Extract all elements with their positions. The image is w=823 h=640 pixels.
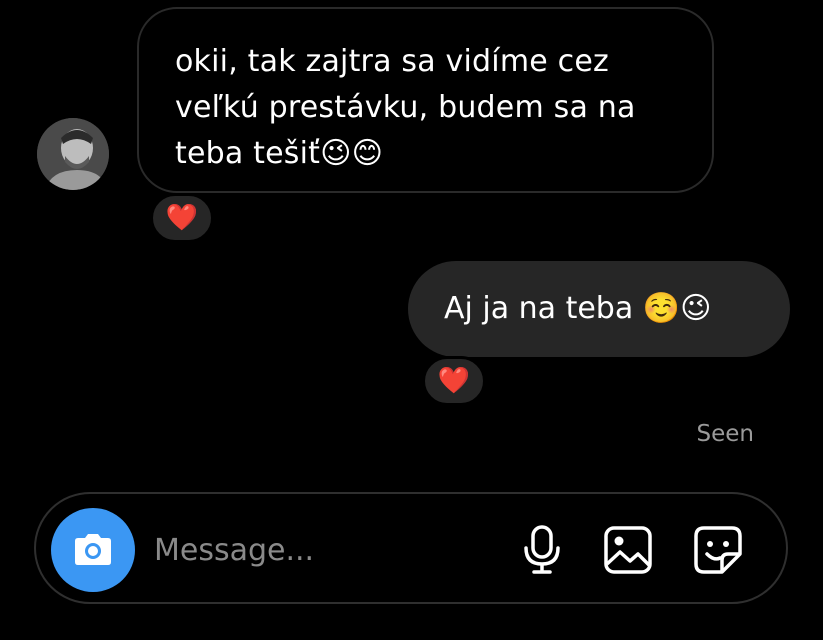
message-input[interactable] xyxy=(154,522,474,578)
heart-icon: ❤️ xyxy=(165,203,199,233)
incoming-message-line: teba tešiť😉😊 xyxy=(175,136,384,171)
incoming-message-bubble[interactable]: okii, tak zajtra sa vidíme cez veľkú pre… xyxy=(137,7,714,193)
outgoing-message-text: Aj ja na teba ☺️😉 xyxy=(444,291,712,326)
incoming-message-line: veľkú prestávku, budem sa na xyxy=(175,90,636,125)
gallery-icon xyxy=(604,526,652,574)
camera-button[interactable] xyxy=(51,508,135,592)
gallery-button[interactable] xyxy=(600,522,656,578)
message-composer xyxy=(34,492,788,604)
microphone-icon xyxy=(524,525,560,574)
sticker-icon xyxy=(694,526,742,574)
voice-message-button[interactable] xyxy=(514,522,570,578)
outgoing-message-bubble[interactable]: Aj ja na teba ☺️😉 xyxy=(408,261,790,357)
incoming-message-line: okii, tak zajtra sa vidíme cez xyxy=(175,44,609,79)
chat-screen: okii, tak zajtra sa vidíme cez veľkú pre… xyxy=(0,0,823,640)
sender-avatar[interactable] xyxy=(37,118,109,190)
seen-status: Seen xyxy=(696,421,754,447)
sticker-button[interactable] xyxy=(690,522,746,578)
avatar-image xyxy=(37,118,109,190)
heart-icon: ❤️ xyxy=(437,366,471,396)
outgoing-heart-reaction[interactable]: ❤️ xyxy=(422,356,486,406)
camera-icon xyxy=(75,534,111,565)
incoming-heart-reaction[interactable]: ❤️ xyxy=(150,193,214,243)
